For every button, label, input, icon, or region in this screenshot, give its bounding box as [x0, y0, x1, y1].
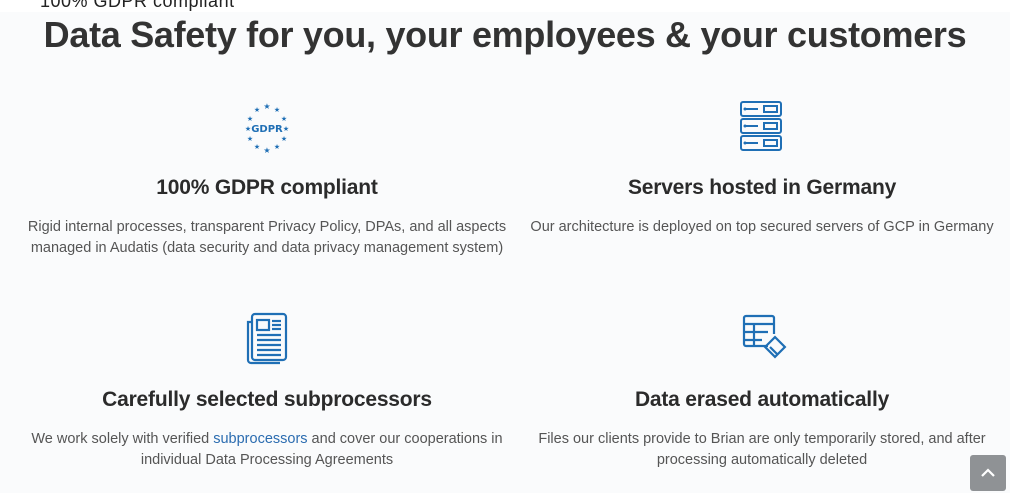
feature-servers: Servers hosted in Germany Our architectu…: [505, 100, 1010, 238]
svg-text:★: ★: [254, 106, 260, 114]
svg-text:★: ★: [281, 115, 287, 123]
svg-text:★: ★: [247, 115, 253, 123]
top-cutoff-text: 100% GDPR compliant: [0, 0, 1010, 12]
feature-title: Data erased automatically: [634, 388, 890, 411]
feature-title: Servers hosted in Germany: [627, 176, 897, 199]
feature-description: Rigid internal processes, transparent Pr…: [27, 219, 507, 256]
document-list-icon: [20, 310, 514, 366]
svg-text:★: ★: [283, 125, 289, 133]
feature-title: Carefully selected subprocessors: [102, 388, 432, 411]
svg-text:★: ★: [274, 106, 280, 114]
chevron-up-icon: [981, 468, 995, 477]
svg-text:★: ★: [254, 143, 260, 151]
svg-text:★: ★: [281, 135, 287, 143]
page: 100% GDPR compliant Data Safety for you,…: [0, 0, 1010, 493]
feature-title: 100% GDPR compliant: [156, 176, 378, 199]
svg-text:★: ★: [263, 146, 270, 155]
table-eraser-icon: [505, 310, 1010, 366]
feature-description: Our architecture is deployed on top secu…: [530, 219, 994, 235]
cutoff-line: 100% GDPR compliant: [40, 0, 235, 11]
section-heading: Data Safety for you, your employees & yo…: [43, 14, 967, 55]
feature-description: Files our clients provide to Brian are o…: [538, 431, 986, 468]
gdpr-icon-label: GDPR: [251, 124, 283, 135]
gdpr-stars-icon: ★ ★ ★ ★ ★ ★ ★ ★ ★ ★ ★ ★ GDPR: [20, 100, 514, 156]
feature-data-erased: Data erased automatically Files our clie…: [505, 310, 1010, 471]
svg-text:★: ★: [247, 135, 253, 143]
feature-gdpr: ★ ★ ★ ★ ★ ★ ★ ★ ★ ★ ★ ★ GDPR 100% GDPR c…: [20, 100, 514, 259]
svg-text:★: ★: [245, 125, 251, 133]
svg-text:★: ★: [263, 102, 270, 111]
svg-text:★: ★: [274, 143, 280, 151]
server-rack-icon: [505, 100, 1010, 156]
subprocessors-link[interactable]: subprocessors: [213, 431, 307, 447]
feature-description: We work solely with verified subprocesso…: [20, 429, 514, 471]
feature-subprocessors: Carefully selected subprocessors We work…: [20, 310, 514, 471]
scroll-to-top-button[interactable]: [970, 455, 1006, 491]
description-text-before: We work solely with verified: [31, 431, 214, 447]
